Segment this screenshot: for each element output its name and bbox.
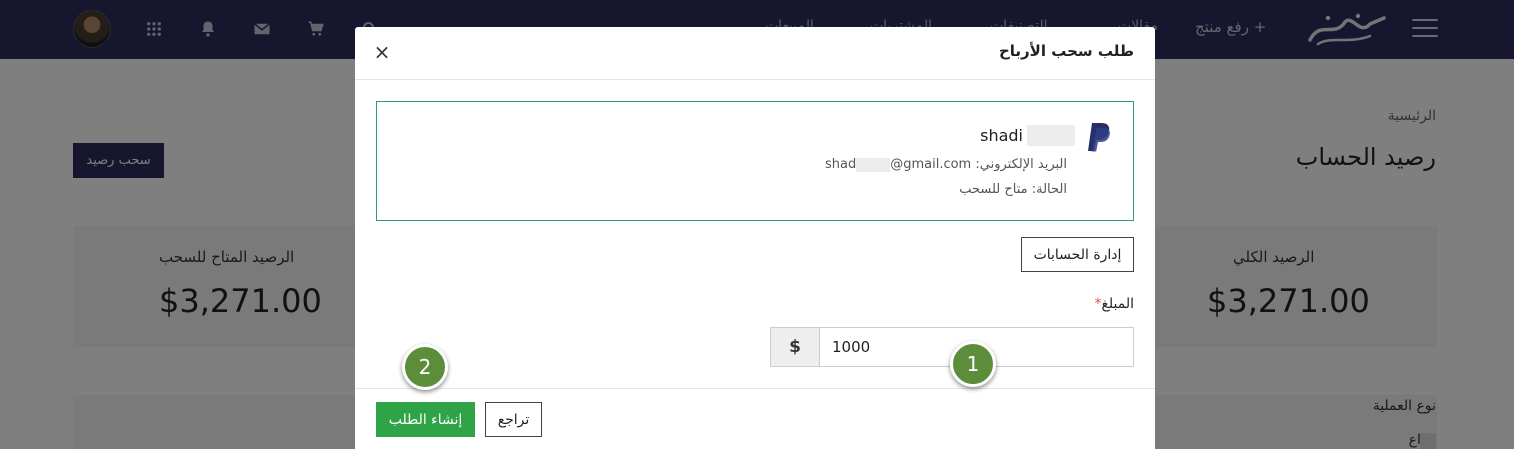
account-holder-name: shadi <box>980 126 1023 145</box>
account-email-prefix: shad <box>824 157 857 172</box>
payout-account-card[interactable]: shadi البريد الإلكتروني: shad @gmail.com … <box>376 101 1134 221</box>
step-marker-1: 1 <box>950 341 996 387</box>
currency-addon: $ <box>771 328 820 366</box>
modal-title: طلب سحب الأرباح <box>998 42 1134 60</box>
back-button[interactable]: تراجع <box>485 402 542 437</box>
amount-label-text: المبلغ <box>1101 296 1134 312</box>
amount-label: المبلغ* <box>1090 296 1134 312</box>
account-email: البريد الإلكتروني: shad @gmail.com <box>825 157 1067 172</box>
modal-footer: إنشاء الطلب تراجع <box>355 388 1155 449</box>
account-status: الحالة: متاح للسحب <box>959 182 1067 197</box>
step-marker-2: 2 <box>402 344 448 390</box>
account-email-label: البريد الإلكتروني: <box>975 157 1067 172</box>
close-icon[interactable]: × <box>371 40 393 64</box>
redacted-surname <box>1027 125 1075 146</box>
account-email-value: shad @gmail.com <box>825 157 971 172</box>
account-email-domain: @gmail.com <box>890 157 972 172</box>
manage-accounts-button[interactable]: إدارة الحسابات <box>1021 237 1134 272</box>
account-status-label: الحالة: <box>1031 182 1067 197</box>
create-request-button[interactable]: إنشاء الطلب <box>376 402 475 437</box>
account-status-value: متاح للسحب <box>959 182 1028 197</box>
redacted-email-part <box>856 157 891 172</box>
withdraw-request-modal: طلب سحب الأرباح × shadi البريد الإلكترون… <box>355 27 1155 449</box>
paypal-icon <box>1087 121 1113 153</box>
modal-header: طلب سحب الأرباح × <box>355 27 1155 80</box>
